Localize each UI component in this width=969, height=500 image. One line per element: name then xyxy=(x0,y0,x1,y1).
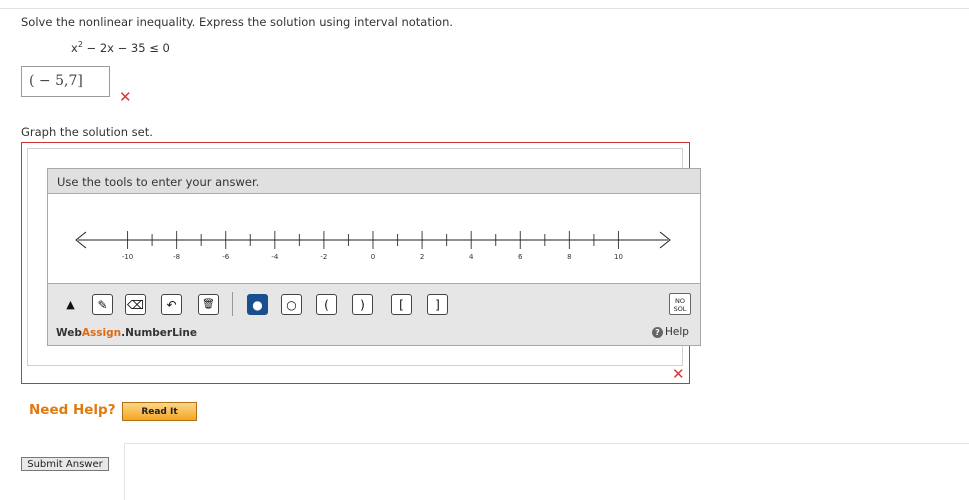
tick-label: -4 xyxy=(271,253,279,261)
question-prompt: Solve the nonlinear inequality. Express … xyxy=(21,15,454,29)
submit-answer-button[interactable]: Submit Answer xyxy=(21,457,109,471)
bottom-divider xyxy=(124,443,969,444)
tool-instruction: Use the tools to enter your answer. xyxy=(48,169,700,194)
inequality-base: x xyxy=(71,41,78,55)
need-help-label: Need Help? xyxy=(29,402,116,418)
inequality-expression: x2 − 2x − 35 ≤ 0 xyxy=(71,40,170,55)
brand-web: Web xyxy=(56,327,82,339)
tick-label: -10 xyxy=(122,253,133,261)
left-paren-icon[interactable]: ( xyxy=(316,294,337,315)
pointer-arrow-icon[interactable]: ▲ xyxy=(60,294,81,315)
brand-assign: Assign xyxy=(81,327,122,339)
help-link[interactable]: ? Help xyxy=(652,326,689,338)
tick-label: 2 xyxy=(420,253,424,261)
graph-instruction: Graph the solution set. xyxy=(21,125,153,139)
top-divider xyxy=(0,8,969,9)
webassign-numberline-brand: WebAssign.NumberLine xyxy=(56,327,197,339)
tick-label: 4 xyxy=(469,253,474,261)
tick-label: -8 xyxy=(173,253,180,261)
read-it-button[interactable]: Read It xyxy=(122,402,197,421)
question-mark-icon: ? xyxy=(652,326,663,338)
eraser-icon[interactable]: ⌫ xyxy=(125,294,146,315)
trash-icon[interactable]: 🗑 xyxy=(198,294,219,315)
right-bracket-icon[interactable]: ] xyxy=(427,294,448,315)
tick-label: 6 xyxy=(518,253,523,261)
tick-label: -6 xyxy=(222,253,230,261)
number-line-svg[interactable]: -10 -8 -6 -4 -2 0 2 4 6 8 10 xyxy=(48,194,700,284)
tick-label: 0 xyxy=(371,253,375,261)
tick-label: 8 xyxy=(567,253,571,261)
inequality-rest: − 2x − 35 ≤ 0 xyxy=(82,41,170,55)
left-bracket-icon[interactable]: [ xyxy=(391,294,412,315)
tick-label: 10 xyxy=(614,253,623,261)
right-paren-icon[interactable]: ) xyxy=(352,294,373,315)
filled-circle-icon[interactable]: ● xyxy=(247,294,268,315)
bottom-vertical-divider xyxy=(124,444,125,500)
tick-label: -2 xyxy=(320,253,327,261)
number-line-canvas[interactable]: -10 -8 -6 -4 -2 0 2 4 6 8 10 xyxy=(48,194,700,284)
no-solution-button[interactable]: NO SOL xyxy=(669,293,691,315)
tool-separator xyxy=(232,292,233,316)
no-solution-line2: SOL xyxy=(673,305,687,313)
graph-incorrect-x-icon: ✕ xyxy=(672,365,685,383)
open-circle-icon[interactable]: ○ xyxy=(281,294,302,315)
brand-suffix: .NumberLine xyxy=(121,327,197,339)
no-solution-line1: NO xyxy=(675,297,685,305)
pencil-icon[interactable]: ✎ xyxy=(92,294,113,315)
help-label: Help xyxy=(665,326,689,338)
incorrect-x-icon: ✕ xyxy=(119,88,132,106)
numberline-tool-panel: Use the tools to enter your answer. -10-… xyxy=(47,168,701,346)
undo-icon[interactable]: ↶ xyxy=(161,294,182,315)
interval-answer-input[interactable]: ( − 5,7] xyxy=(21,66,110,97)
